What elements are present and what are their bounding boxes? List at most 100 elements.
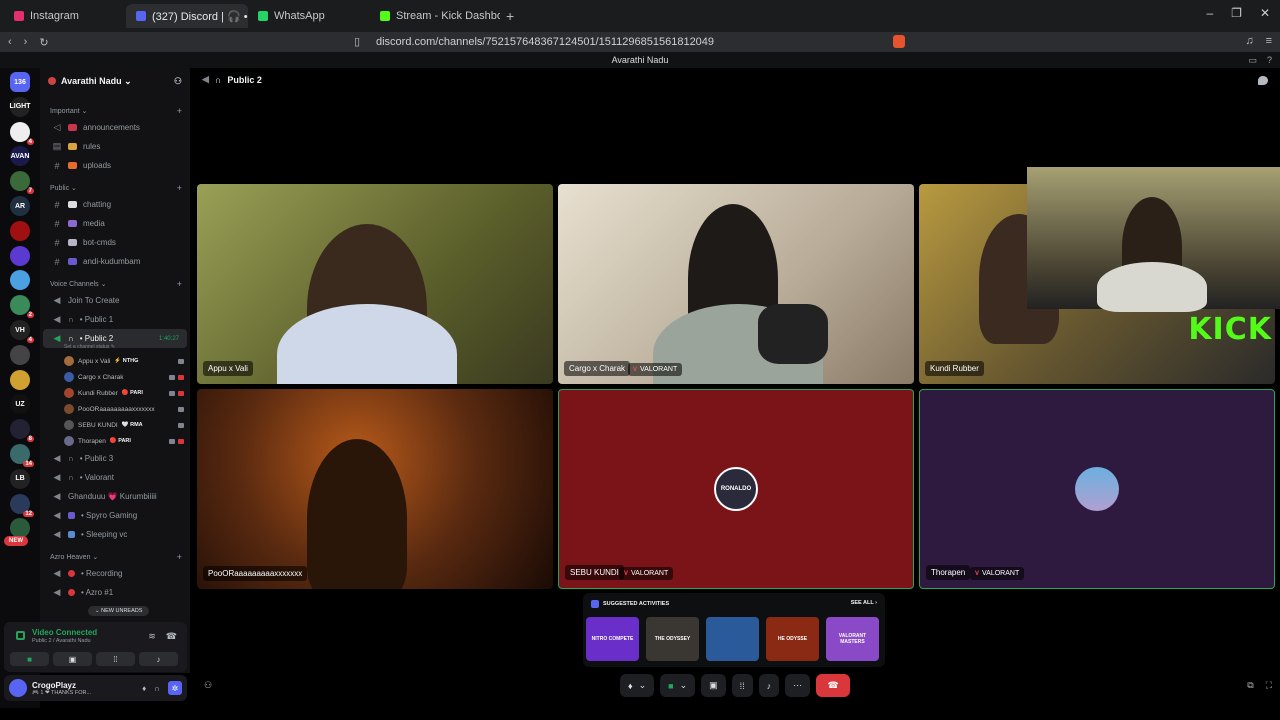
pop-out-icon[interactable]: ⧉ [1247,680,1253,691]
add-channel-icon[interactable]: + [177,183,182,193]
voice-user[interactable]: Thorapen 🔴 PARI [40,433,190,449]
server-icon[interactable] [10,220,30,241]
chevron-down-icon[interactable]: ⌄ [639,680,647,691]
activities-button[interactable]: ⁞⁞ [96,652,135,666]
server-icon[interactable] [10,245,30,266]
server-icon[interactable] [10,270,30,291]
soundboard-button[interactable]: ♪ [139,652,178,666]
activity-card[interactable]: NITRO COMPETE [586,617,639,661]
invite-icon[interactable]: ⚇ [204,680,212,691]
screen-share-button[interactable]: ▣ [53,652,92,666]
tab-whatsapp[interactable]: WhatsApp [248,4,370,28]
new-tab-button[interactable]: + [506,8,514,24]
back-icon[interactable]: ‹ [8,36,12,49]
server-icon[interactable]: 136 [10,72,30,92]
reload-icon[interactable]: ↻ [39,36,48,49]
forward-icon[interactable]: › [24,36,28,49]
voice-user[interactable]: Kundi Rubber 🔴 PARI [40,385,190,401]
channel-chatting[interactable]: # chatting [40,195,190,214]
media-icon[interactable]: ♫ [1245,35,1253,47]
category-important[interactable]: Important ⌄ + [40,104,190,118]
close-window-button[interactable]: ✕ [1260,6,1270,20]
help-icon[interactable]: ? [1267,52,1272,68]
voice-user[interactable]: Appu x Vali ⚡ NTHG [40,353,190,369]
headphones-icon[interactable]: ∩ [154,684,160,693]
signal-icon[interactable] [16,631,25,640]
server-icon[interactable] [10,344,30,365]
server-icon[interactable]: 7 [10,171,34,195]
activity-card[interactable]: THE ODYSSEY [646,617,699,661]
add-channel-icon[interactable]: + [177,106,182,116]
menu-icon[interactable]: ≡ [1266,35,1272,47]
noise-suppression-icon[interactable]: ≋ [148,631,156,642]
server-icon[interactable]: 4 [10,121,34,145]
server-icon[interactable]: LB [10,468,30,489]
tab-discord[interactable]: (327) Discord | 🎧 • Public 2 | ...✕ [126,4,248,28]
more-options-button[interactable]: ⋯ [785,674,811,697]
activities-button[interactable]: ⁞⁞ [731,674,753,697]
voice-user[interactable]: SEBU KUNDI 🤍 RMA [40,417,190,433]
voice-user[interactable]: Cargo x Charak [40,369,190,385]
category-azro-heaven[interactable]: Azro Heaven ⌄ + [40,550,190,564]
server-icon[interactable]: 2 [10,295,34,319]
new-unreads-pill[interactable]: ⌄ NEW UNREADS [88,606,150,616]
server-icon[interactable]: LIGHT [10,96,31,117]
activity-card[interactable]: VALORANT MASTERS [826,617,879,661]
video-tile[interactable]: Cargo x Charak VALORANT [558,184,914,384]
gear-icon[interactable]: ✲ [168,681,182,695]
channel-ghanduuu[interactable]: ◀ Ghanduuu 💗 Kurumbiiiii [40,487,190,506]
server-icon[interactable]: 12 [10,493,34,517]
server-icon[interactable]: 8 [10,419,34,443]
channel-azro-1[interactable]: ◀ • Azro #1 [40,583,190,602]
channel-rules[interactable]: ▤ rules [40,137,190,156]
screen-share-button[interactable]: ▣ [701,674,726,697]
server-icon[interactable]: AVAN [10,146,30,167]
category-voice[interactable]: Voice Channels ⌄ + [40,277,190,291]
brave-shield-icon[interactable] [893,35,905,48]
server-icon[interactable] [10,369,30,390]
channel-uploads[interactable]: # uploads [40,156,190,175]
camera-button[interactable]: ■ ⌄ [660,674,696,697]
activity-card[interactable]: HE ODYSSE [766,617,819,661]
add-channel-icon[interactable]: + [177,552,182,562]
see-all-link[interactable]: SEE ALL › [851,600,877,606]
server-icon[interactable]: UZ [10,394,30,415]
camera-button[interactable]: ■ [10,652,49,666]
server-icon[interactable]: 14 [10,444,34,467]
mute-button[interactable]: ♦ ⌄ [620,674,655,697]
microphone-icon[interactable]: ♦ [142,684,146,693]
channel-andi-kudumbam[interactable]: # andi-kudumbam [40,252,190,271]
inbox-icon[interactable]: ▭ [1248,52,1257,68]
activity-card[interactable] [706,617,759,661]
soundboard-button[interactable]: ♪ [758,674,780,697]
voice-location[interactable]: Public 2 / Avarathi Nadu [32,638,91,644]
channel-recording[interactable]: ◀ • Recording [40,564,190,583]
chat-icon[interactable] [1258,76,1268,85]
channel-spyro-gaming[interactable]: ◀ • Spyro Gaming [40,506,190,525]
channel-valorant[interactable]: ◀ ∩ • Valorant [40,468,190,487]
url-field[interactable]: discord.com/channels/752157648367124501/… [376,36,714,48]
channel-join-to-create[interactable]: ◀ Join To Create [40,291,190,310]
voice-user[interactable]: PooORaaaaaaaaaxxxxxxx [40,401,190,417]
new-badge[interactable]: NEW [4,536,28,546]
server-icon[interactable]: VH 4 [10,320,34,343]
channel-public-3[interactable]: ◀ ∩ • Public 3 [40,449,190,468]
video-tile[interactable]: Thorapen VALORANT [919,389,1275,589]
avatar[interactable] [9,679,27,697]
fullscreen-icon[interactable]: ⛶ [1266,680,1272,691]
server-icon[interactable]: AR [10,196,30,216]
set-channel-status[interactable]: Set a channel status ✎ [40,344,190,353]
category-public[interactable]: Public ⌄ + [40,181,190,195]
disconnect-button[interactable]: ☎ [816,674,851,697]
chevron-down-icon[interactable]: ⌄ [680,680,688,691]
disconnect-icon[interactable]: ☎ [166,631,177,642]
maximize-button[interactable]: ❐ [1231,6,1242,20]
tab-kick[interactable]: Stream - Kick Dashboard [370,4,500,28]
bookmark-icon[interactable]: ▯ [354,35,360,48]
channel-public-1[interactable]: ◀ ∩ • Public 1 [40,310,190,329]
guild-header[interactable]: Avarathi Nadu ⌄ ⚇ [40,68,190,94]
channel-media[interactable]: # media [40,214,190,233]
channel-sleeping-vc[interactable]: ◀ • Sleeping vc [40,525,190,544]
add-user-icon[interactable]: ⚇ [174,76,182,87]
video-tile[interactable]: PooORaaaaaaaaaxxxxxxx [197,389,553,589]
